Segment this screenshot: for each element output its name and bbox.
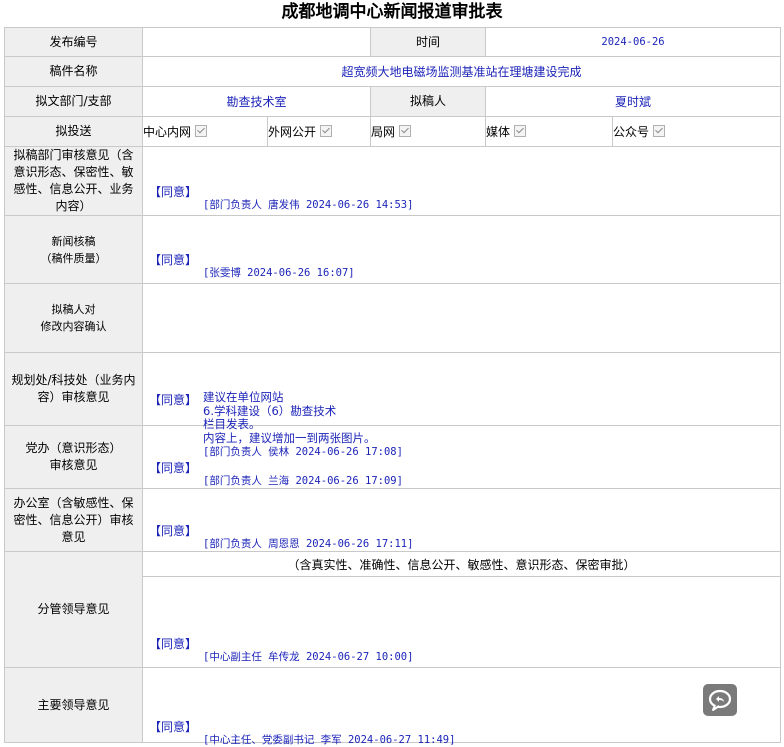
signature: [部门负责人 侯林 2024-06-26 17:08] [203, 446, 403, 458]
signature: [部门负责人 唐发伟 2024-06-26 14:53] [203, 199, 414, 211]
comment-line: 建议在单位网站 [203, 390, 284, 404]
chat-button[interactable] [703, 684, 737, 716]
comment-line: 内容上，建议增加一到两张图片。 [203, 430, 376, 445]
chief-leader-opinion-cell: 【同意】 [中心主任、党委副书记 李军 2024-06-27 11:49] [142, 667, 781, 746]
drafter-value: 夏时斌 [485, 86, 781, 117]
page-title: 成都地调中心新闻报道审批表 [281, 2, 503, 22]
office-review-label: 办公室（含敏感性、保密性、信息公开）审核意见 [4, 488, 143, 552]
agree-tag: 【同意】 [149, 524, 198, 538]
comment-line: 栏目发表。 [203, 417, 261, 431]
agree-tag: 【同意】 [149, 637, 198, 651]
label-line: （稿件质量） [40, 251, 107, 265]
manuscript-name-value: 超宽频大地电磁场监测基准站在理塘建设完成 [142, 56, 781, 87]
agree-tag: 【同意】 [149, 720, 198, 734]
deputy-leader-opinion-label: 分管领导意见 [4, 551, 143, 668]
office-review-cell: 【同意】 [部门负责人 周恩恩 2024-06-26 17:11] [142, 488, 781, 552]
checkbox-checked-icon[interactable] [514, 125, 527, 137]
label-line: 新闻核稿 [51, 234, 96, 248]
drafter-confirmation-label: 拟稿人对 修改内容确认 [4, 283, 143, 353]
publish-number-label: 发布编号 [4, 27, 143, 57]
label-line: 拟稿人对 [51, 303, 96, 316]
signature: [张雯博 2024-06-26 16:07] [203, 266, 355, 279]
agree-tag: 【同意】 [149, 252, 198, 267]
approval-form: 发布编号 时间 2024-06-26 稿件名称 超宽频大地电磁场监测基准站在理塘… [4, 27, 781, 746]
checkbox-checked-icon[interactable] [195, 125, 208, 137]
option-label: 媒体 [486, 125, 511, 139]
deputy-leader-criteria: （含真实性、准确性、信息公开、敏感性、意识形态、保密审批） [142, 551, 781, 577]
option-label: 局网 [371, 125, 396, 139]
drafter-confirmation-cell[interactable] [142, 283, 781, 353]
agree-tag: 【同意】 [149, 185, 198, 199]
planning-dept-review-cell: 【同意】 建议在单位网站 6.学科建设（6）勘查技术 栏目发表。 内容上，建议增… [142, 352, 781, 458]
comment-line: 6.学科建设（6）勘查技术 [203, 403, 337, 418]
label-line: 修改内容确认 [40, 320, 107, 333]
planning-dept-review-label: 规划处/科技处（业务内容）审核意见 [4, 352, 143, 426]
option-label: 中心内网 [143, 125, 192, 139]
agree-tag: 【同意】 [149, 393, 198, 407]
option-label: 公众号 [613, 125, 650, 139]
department-label: 拟文部门/支部 [4, 86, 143, 117]
department-value: 勘查技术室 [142, 86, 371, 117]
review-comment: 建议在单位网站 6.学科建设（6）勘查技术 栏目发表。 内容上，建议增加一到两张… [203, 390, 376, 445]
news-proofreading-label: 新闻核稿 （稿件质量） [4, 215, 143, 284]
drafter-label: 拟稿人 [370, 86, 486, 117]
time-value: 2024-06-26 [485, 27, 781, 57]
distribution-label: 拟投送 [4, 116, 143, 147]
chief-leader-opinion-label: 主要领导意见 [4, 667, 143, 743]
option-public-web[interactable]: 外网公开 [267, 116, 371, 147]
publish-number-value[interactable] [142, 27, 371, 57]
deputy-leader-opinion-cell: 【同意】 [中心副主任 牟传龙 2024-06-27 10:00] [142, 576, 781, 668]
drafting-dept-review-label: 拟稿部门审核意见（含意识形态、保密性、敏感性、信息公开、业务内容） [4, 146, 143, 216]
option-bureau-web[interactable]: 局网 [370, 116, 486, 147]
option-intranet[interactable]: 中心内网 [142, 116, 268, 147]
checkbox-checked-icon[interactable] [653, 125, 666, 137]
option-label: 外网公开 [268, 125, 317, 139]
drafting-dept-review-cell: 【同意】 [部门负责人 唐发伟 2024-06-26 14:53] [142, 146, 781, 216]
party-office-review-label: 党办（意识形态）审核意见 [4, 425, 143, 489]
signature: [部门负责人 周恩恩 2024-06-26 17:11] [203, 538, 414, 550]
manuscript-name-label: 稿件名称 [4, 56, 143, 87]
chat-bubble-icon [708, 689, 732, 711]
option-official-account[interactable]: 公众号 [612, 116, 781, 147]
signature: [中心副主任 牟传龙 2024-06-27 10:00] [203, 651, 414, 663]
time-label: 时间 [370, 27, 486, 57]
checkbox-checked-icon[interactable] [399, 125, 412, 137]
option-media[interactable]: 媒体 [485, 116, 613, 147]
checkbox-checked-icon[interactable] [320, 125, 333, 137]
news-proofreading-cell: 【同意】 [张雯博 2024-06-26 16:07] [142, 215, 781, 284]
signature: [部门负责人 兰海 2024-06-26 17:09] [203, 475, 403, 487]
agree-tag: 【同意】 [149, 461, 198, 475]
